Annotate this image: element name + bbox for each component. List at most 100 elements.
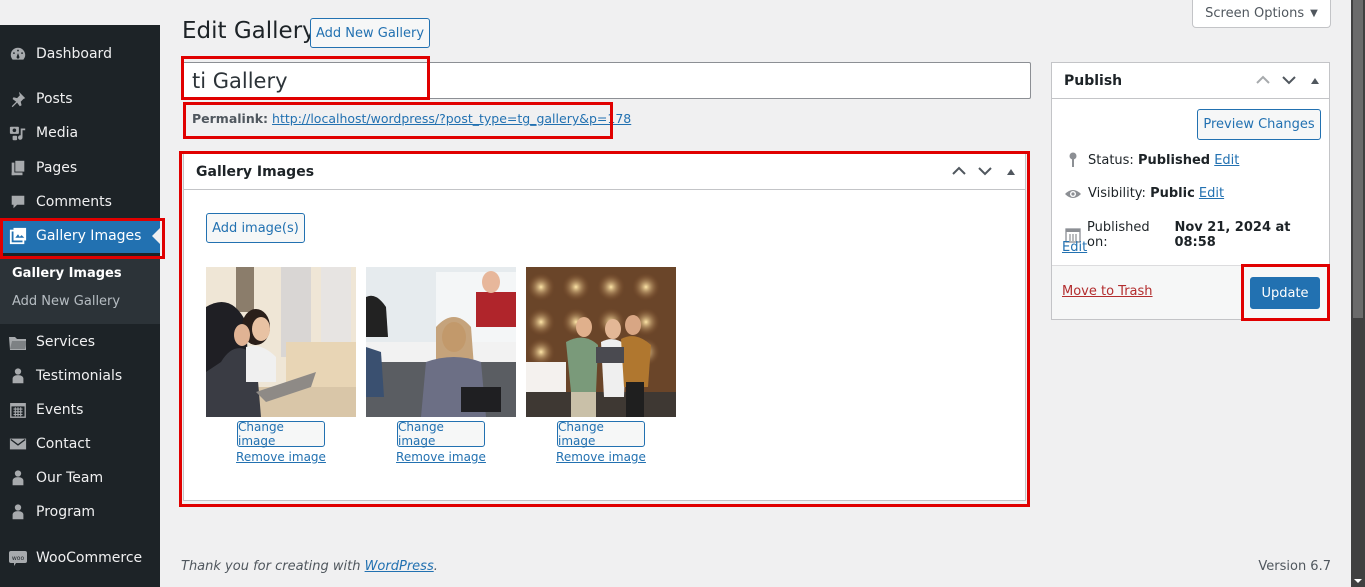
gallery-images-box: Gallery Images Add image(s) Change image…: [183, 153, 1026, 501]
edit-status-link[interactable]: Edit: [1214, 153, 1239, 168]
active-indicator: [152, 228, 160, 244]
update-button[interactable]: Update: [1250, 277, 1320, 309]
published-on-row: Published on: Nov 21, 2024 at 08:58: [1062, 220, 1329, 250]
page-scrollbar[interactable]: [1351, 0, 1365, 587]
toggle-panel-icon[interactable]: [1307, 74, 1323, 88]
add-new-gallery-button[interactable]: Add New Gallery: [310, 18, 430, 48]
remove-image-link-3[interactable]: Remove image: [526, 450, 676, 464]
sidebar-item-dashboard[interactable]: Dashboard: [0, 37, 160, 71]
change-image-button-1[interactable]: Change image: [237, 420, 325, 448]
sidebar-item-events[interactable]: Events: [0, 393, 160, 427]
gallery-image-2: [366, 267, 516, 417]
sidebar-item-label: WooCommerce: [36, 550, 143, 566]
woo-icon: woo: [0, 549, 36, 567]
status-value: Published: [1137, 152, 1211, 168]
sidebar-item-label: Contact: [36, 436, 91, 452]
remove-image-link-2[interactable]: Remove image: [366, 450, 516, 464]
sidebar-item-label: Comments: [36, 194, 112, 210]
move-up-icon[interactable]: [951, 165, 967, 179]
sidebar-item-label: Our Team: [36, 470, 104, 486]
move-to-trash-link[interactable]: Move to Trash: [1062, 284, 1153, 299]
sidebar-item-woocommerce[interactable]: woo WooCommerce: [0, 541, 160, 575]
pin-icon: [0, 90, 36, 108]
screen-options-button[interactable]: Screen Options ▼: [1192, 0, 1331, 28]
sidebar-item-label: Gallery Images: [36, 228, 142, 244]
caret-down-icon: ▼: [1310, 8, 1318, 19]
remove-image-link-1[interactable]: Remove image: [206, 450, 356, 464]
gallery-box-header: Gallery Images: [184, 154, 1025, 190]
change-image-button-3[interactable]: Change image: [557, 420, 645, 448]
gallery-image-1: [206, 267, 356, 417]
eye-icon: [1062, 188, 1084, 200]
visibility-row: Visibility: Public Edit: [1062, 186, 1224, 201]
permalink-link[interactable]: http://localhost/wordpress/?post_type=tg…: [272, 111, 631, 126]
publish-box: Publish Preview Changes Status: Publishe…: [1051, 62, 1330, 320]
gallery-image-3: [526, 267, 676, 417]
status-row: Status: Published Edit: [1062, 152, 1239, 168]
sidebar-item-our-team[interactable]: Our Team: [0, 461, 160, 495]
move-up-icon[interactable]: [1255, 74, 1271, 88]
permalink-label: Permalink:: [192, 111, 269, 126]
preview-changes-button[interactable]: Preview Changes: [1197, 109, 1321, 140]
sidebar-item-comments[interactable]: Comments: [0, 185, 160, 219]
pin-icon: [1062, 152, 1084, 168]
calendar-icon: [0, 401, 36, 419]
screen-options-label: Screen Options: [1205, 6, 1305, 21]
status-label: Status:: [1088, 152, 1134, 168]
edit-date-link[interactable]: Edit: [1062, 240, 1087, 255]
edit-visibility-link[interactable]: Edit: [1199, 186, 1224, 201]
sidebar-item-services[interactable]: Services: [0, 325, 160, 359]
sidebar-item-label: Media: [36, 125, 79, 141]
sidebar-item-contact[interactable]: Contact: [0, 427, 160, 461]
footer-version: Version 6.7: [1258, 559, 1331, 574]
sidebar-item-label: Events: [36, 402, 84, 418]
gallery-box-title: Gallery Images: [196, 163, 315, 180]
sidebar-item-program[interactable]: Program: [0, 495, 160, 529]
sidebar-item-label: Posts: [36, 91, 73, 107]
person-icon: [0, 469, 36, 487]
scrollbar-thumb[interactable]: [1353, 0, 1363, 318]
sidebar-item-label: Testimonials: [36, 368, 123, 384]
post-title-input[interactable]: ti Gallery: [182, 62, 1031, 99]
permalink: Permalink: http://localhost/wordpress/?p…: [192, 111, 631, 126]
published-on-label: Published on:: [1087, 220, 1150, 250]
sidebar-item-label: Pages: [36, 160, 78, 176]
change-image-button-2[interactable]: Change image: [397, 420, 485, 448]
scroll-down-arrow-icon[interactable]: [1354, 579, 1362, 583]
publish-box-header: Publish: [1052, 63, 1329, 99]
visibility-label: Visibility:: [1088, 186, 1146, 201]
sidebar-item-gallery-images[interactable]: Gallery Images: [0, 219, 160, 253]
add-images-button[interactable]: Add image(s): [206, 213, 305, 243]
publish-box-title: Publish: [1064, 72, 1123, 89]
submenu-gallery-images[interactable]: Gallery Images: [12, 266, 122, 281]
sidebar-item-pages[interactable]: Pages: [0, 151, 160, 185]
admin-sidebar: Dashboard Posts Media Pages Comments Gal…: [0, 25, 160, 587]
gallery-icon: [0, 227, 36, 245]
footer-thanks: Thank you for creating with WordPress.: [181, 559, 438, 574]
gallery-submenu: Gallery Images Add New Gallery: [0, 258, 160, 324]
post-title-value: ti Gallery: [192, 68, 288, 93]
svg-text:woo: woo: [12, 555, 25, 562]
submenu-add-new-gallery[interactable]: Add New Gallery: [12, 294, 120, 309]
sidebar-item-testimonials[interactable]: Testimonials: [0, 359, 160, 393]
footer-thanks-text: Thank you for creating with: [181, 559, 365, 574]
media-icon: [0, 124, 36, 142]
footer-period: .: [433, 559, 438, 574]
sidebar-item-media[interactable]: Media: [0, 116, 160, 150]
sidebar-item-posts[interactable]: Posts: [0, 82, 160, 116]
envelope-icon: [0, 436, 36, 452]
move-down-icon[interactable]: [1281, 74, 1297, 88]
sidebar-item-label: Program: [36, 504, 96, 520]
page-title: Edit Gallery: [182, 18, 316, 44]
wordpress-link[interactable]: WordPress: [365, 559, 434, 574]
move-down-icon[interactable]: [977, 165, 993, 179]
toggle-panel-icon[interactable]: [1003, 165, 1019, 179]
sidebar-item-label: Dashboard: [36, 46, 112, 62]
folder-icon: [0, 333, 36, 351]
person-icon: [0, 367, 36, 385]
visibility-value: Public: [1150, 186, 1195, 201]
person-icon: [0, 503, 36, 521]
published-on-value: Nov 21, 2024 at 08:58: [1174, 220, 1291, 250]
dashboard-icon: [0, 45, 36, 63]
sidebar-item-label: Services: [36, 334, 96, 350]
